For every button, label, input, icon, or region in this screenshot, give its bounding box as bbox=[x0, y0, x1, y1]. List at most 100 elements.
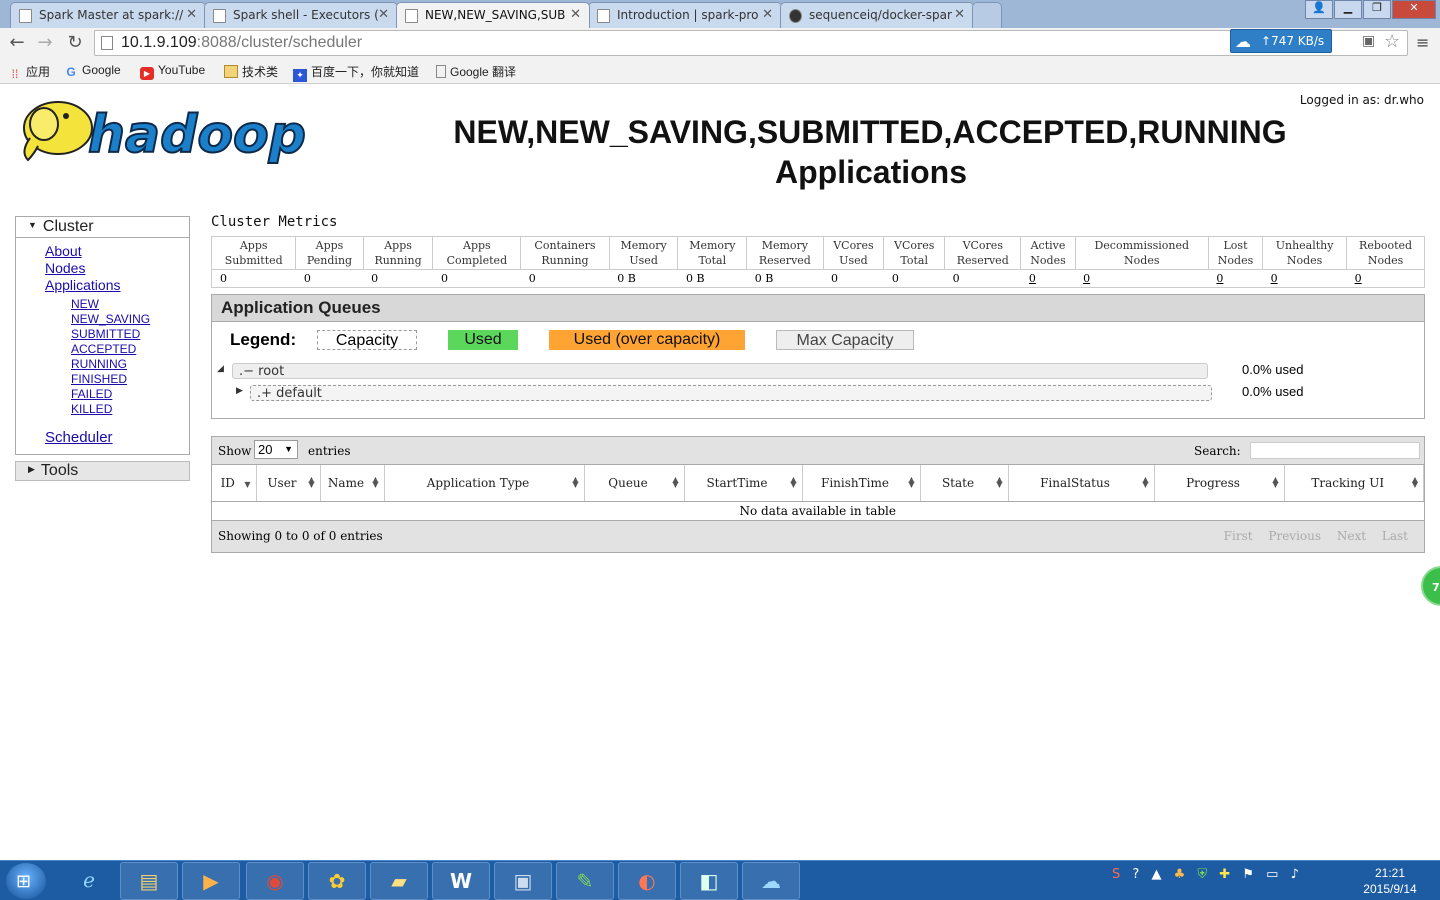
column-header[interactable]: StartTime ▲ ▼ bbox=[684, 465, 803, 502]
pagination: First Previous Next Last bbox=[1214, 529, 1408, 543]
taskbar-chrome-icon[interactable]: ◉ bbox=[246, 862, 304, 900]
bookmark-folder-tech[interactable]: 技术类 bbox=[224, 63, 278, 80]
taskbar-notes-icon[interactable]: ▰ bbox=[370, 862, 428, 900]
ime-icon[interactable]: S bbox=[1112, 867, 1120, 882]
column-header[interactable]: User ▲ ▼ bbox=[256, 465, 321, 502]
sidebar-link-submitted[interactable]: SUBMITTED bbox=[71, 327, 189, 342]
taskbar-app-icon[interactable]: ◐ bbox=[618, 862, 676, 900]
bookmark-apps[interactable]: ⁞⁞ 应用 bbox=[8, 63, 50, 81]
help-icon[interactable]: ? bbox=[1132, 867, 1139, 882]
back-arrow-icon[interactable]: ← bbox=[6, 32, 28, 54]
column-header[interactable]: FinalStatus ▲ ▼ bbox=[1008, 465, 1155, 502]
cluster-toggle[interactable]: ▼ Cluster bbox=[16, 217, 189, 238]
metrics-header: Memory Used bbox=[608, 236, 679, 270]
column-header[interactable]: Progress ▲ ▼ bbox=[1154, 465, 1285, 502]
sidebar-link-new-saving[interactable]: NEW_SAVING bbox=[71, 312, 189, 327]
sidebar-link-finished[interactable]: FINISHED bbox=[71, 372, 189, 387]
metrics-value[interactable]: 0 bbox=[1262, 269, 1347, 288]
sidebar-link-nodes[interactable]: Nodes bbox=[45, 260, 189, 277]
pager-first[interactable]: First bbox=[1224, 529, 1253, 543]
taskbar-evernote-icon[interactable]: ✎ bbox=[556, 862, 614, 900]
column-header[interactable]: Tracking UI ▲ ▼ bbox=[1284, 465, 1424, 502]
pager-last[interactable]: Last bbox=[1382, 529, 1408, 543]
sidebar-link-accepted[interactable]: ACCEPTED bbox=[71, 342, 189, 357]
close-window-button[interactable]: ✕ bbox=[1392, 0, 1436, 19]
menu-icon[interactable]: ≡ bbox=[1416, 33, 1429, 52]
tab-applications[interactable]: NEW,NEW_SAVING,SUB ✕ bbox=[396, 2, 590, 28]
bookmark-baidu[interactable]: ✦ 百度一下，你就知道 bbox=[293, 63, 419, 82]
sidebar-link-about[interactable]: About bbox=[45, 243, 189, 260]
close-icon[interactable]: ✕ bbox=[762, 7, 773, 22]
bookmark-star-icon[interactable]: ☆ bbox=[1384, 31, 1400, 52]
address-bar[interactable]: 10.1.9.109:8088/cluster/scheduler bbox=[94, 30, 1408, 56]
sidebar-link-new[interactable]: NEW bbox=[71, 297, 189, 312]
tray-plus-icon[interactable]: ✚ bbox=[1219, 867, 1230, 882]
sidebar-link-running[interactable]: RUNNING bbox=[71, 357, 189, 372]
close-icon[interactable]: ✕ bbox=[570, 7, 581, 22]
pager-next[interactable]: Next bbox=[1337, 529, 1366, 543]
network-icon[interactable]: ▭ bbox=[1266, 867, 1278, 882]
reload-icon[interactable]: ↻ bbox=[64, 32, 86, 54]
collapsed-triangle-icon[interactable]: ▶ bbox=[236, 386, 243, 396]
sidebar-link-failed[interactable]: FAILED bbox=[71, 387, 189, 402]
speed-widget[interactable]: ☁ ↑747 KB/s bbox=[1230, 29, 1332, 53]
bookmark-youtube[interactable]: ▶ YouTube bbox=[140, 63, 205, 80]
sidebar-link-killed[interactable]: KILLED bbox=[71, 402, 189, 417]
url-text: 10.1.9.109:8088/cluster/scheduler bbox=[121, 34, 362, 52]
column-header[interactable]: Queue ▲ ▼ bbox=[584, 465, 685, 502]
taskbar-picasa-icon[interactable]: ✿ bbox=[308, 862, 366, 900]
queue-bar-default[interactable]: .+ default bbox=[250, 385, 1212, 401]
new-tab-button[interactable] bbox=[972, 2, 1002, 28]
taskbar-ie-icon[interactable]: ℯ bbox=[60, 862, 118, 900]
maximize-button[interactable]: ❐ bbox=[1363, 0, 1391, 19]
queue-row-root[interactable]: ◢ .− root 0.0% used bbox=[212, 360, 1424, 382]
metrics-value[interactable]: 0 bbox=[1075, 269, 1209, 288]
page-icon bbox=[19, 9, 32, 23]
search-input[interactable] bbox=[1250, 442, 1420, 459]
taskbar-remote-desktop-icon[interactable]: ▣ bbox=[494, 862, 552, 900]
start-button[interactable]: ⊞ bbox=[6, 863, 46, 899]
column-header[interactable]: FinishTime ▲ ▼ bbox=[802, 465, 921, 502]
tray-expand-icon[interactable]: ▲ bbox=[1151, 867, 1161, 882]
taskbar-media-icon[interactable]: ▶ bbox=[182, 862, 240, 900]
tray-app-icon[interactable]: ♣ bbox=[1174, 867, 1186, 882]
taskbar-cloud-icon[interactable]: ☁ bbox=[742, 862, 800, 900]
page-size-select[interactable]: 20 ▼ bbox=[254, 440, 298, 459]
bookmark-google-translate[interactable]: Google 翻译 bbox=[436, 63, 516, 80]
taskbar-explorer-icon[interactable]: ▤ bbox=[120, 862, 178, 900]
floating-widget-badge[interactable]: 71 bbox=[1421, 566, 1440, 606]
sidebar-link-applications[interactable]: Applications bbox=[45, 277, 189, 294]
tab-introduction[interactable]: Introduction | spark-pro ✕ bbox=[588, 2, 782, 28]
tools-toggle[interactable]: ▶ Tools bbox=[15, 461, 190, 481]
sidebar-link-scheduler[interactable]: Scheduler bbox=[45, 429, 189, 446]
translate-icon[interactable]: ▣ bbox=[1362, 33, 1375, 49]
bookmark-google[interactable]: G Google bbox=[64, 63, 120, 79]
taskbar-editor-icon[interactable]: ◧ bbox=[680, 862, 738, 900]
queue-bar-root[interactable]: .− root bbox=[232, 363, 1208, 379]
column-header[interactable]: Name ▲ ▼ bbox=[320, 465, 385, 502]
expanded-triangle-icon[interactable]: ◢ bbox=[217, 364, 224, 374]
close-icon[interactable]: ✕ bbox=[186, 7, 197, 22]
minimize-button[interactable]: ▁ bbox=[1334, 0, 1362, 19]
metrics-value[interactable]: 0 bbox=[1208, 269, 1263, 288]
metrics-value[interactable]: 0 bbox=[1346, 269, 1425, 288]
system-clock[interactable]: 21:21 2015/9/14 bbox=[1360, 865, 1420, 897]
tab-spark-master[interactable]: Spark Master at spark:// ✕ bbox=[10, 2, 206, 28]
taskbar-word-icon[interactable]: W bbox=[432, 862, 490, 900]
column-header[interactable]: Application Type ▲ ▼ bbox=[384, 465, 585, 502]
user-icon[interactable]: 👤 bbox=[1305, 0, 1333, 19]
metrics-value[interactable]: 0 bbox=[1020, 269, 1076, 288]
flag-icon[interactable]: ⚑ bbox=[1242, 867, 1254, 882]
column-header[interactable]: ID ▼ bbox=[212, 465, 257, 502]
legend-used: Used bbox=[448, 330, 518, 350]
volume-icon[interactable]: ♪ bbox=[1291, 867, 1299, 882]
close-icon[interactable]: ✕ bbox=[378, 7, 389, 22]
security-shield-icon[interactable]: ⛨ bbox=[1197, 867, 1207, 882]
pager-previous[interactable]: Previous bbox=[1268, 529, 1321, 543]
forward-arrow-icon[interactable]: → bbox=[34, 32, 56, 54]
close-icon[interactable]: ✕ bbox=[954, 7, 965, 22]
tab-spark-shell[interactable]: Spark shell - Executors ( ✕ bbox=[204, 2, 398, 28]
queue-row-default[interactable]: ▶ .+ default 0.0% used bbox=[212, 382, 1424, 404]
column-header[interactable]: State ▲ ▼ bbox=[920, 465, 1009, 502]
tab-docker-spark[interactable]: sequenceiq/docker-spar ✕ bbox=[780, 2, 974, 28]
